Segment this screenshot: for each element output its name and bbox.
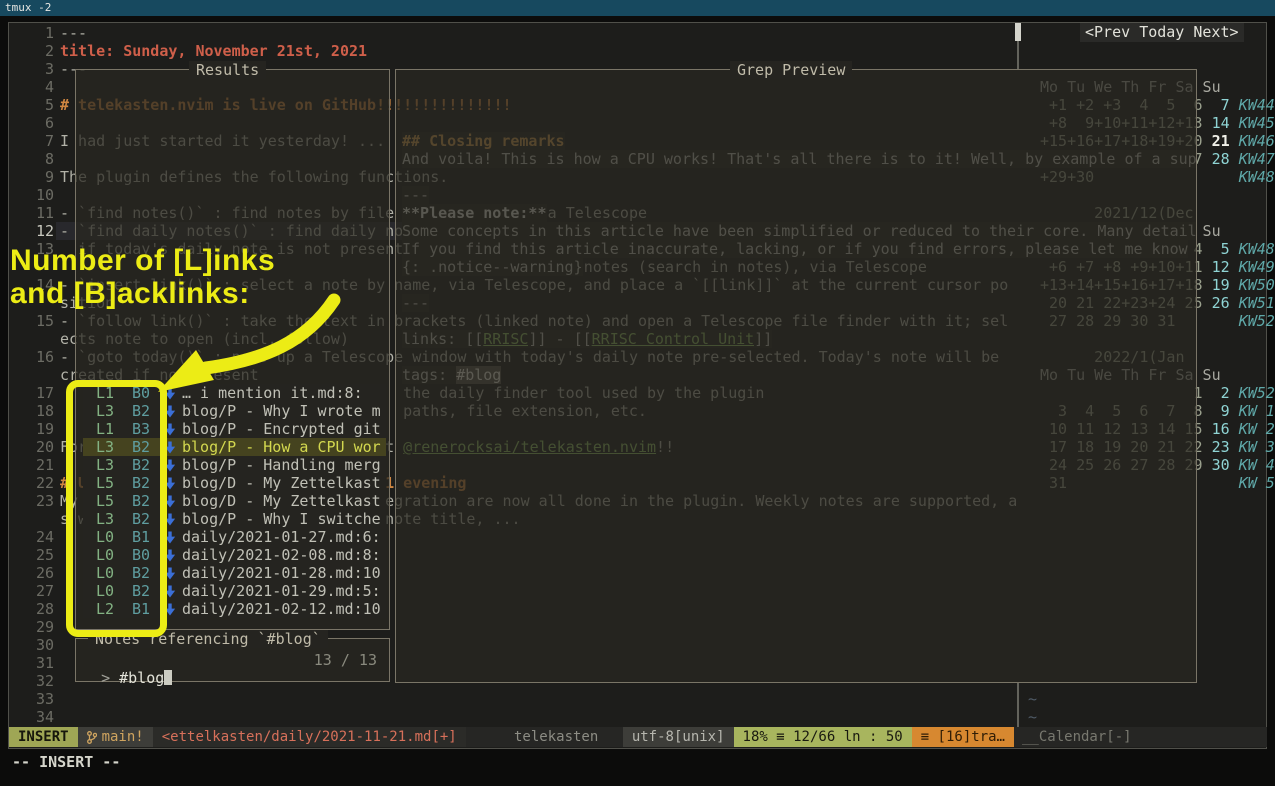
plugin-name: telekasten — [514, 727, 598, 747]
results-counter: 13 / 13 — [314, 651, 377, 669]
line-number: 32 — [22, 672, 54, 690]
line-number: 16 — [22, 348, 54, 366]
line-number: 31 — [22, 654, 54, 672]
result-label: daily/2021-01-29.md:5: — [182, 582, 381, 600]
annotation-line-1: Number of [L]inks — [10, 244, 275, 277]
line-number: 24 — [22, 528, 54, 546]
calendar-next-button[interactable]: Next> — [1193, 23, 1238, 41]
line-number: 28 — [22, 600, 54, 618]
git-branch-icon — [87, 731, 97, 744]
line-number: 26 — [22, 564, 54, 582]
result-label: blog/D - My Zettelkast — [182, 474, 381, 492]
line-number: 29 — [22, 618, 54, 636]
line-number: 18 — [22, 402, 54, 420]
line-number: 2 — [22, 42, 54, 60]
line-number: 8 — [22, 150, 54, 168]
tmux-title-text: tmux -2 — [5, 1, 51, 14]
window-separator — [1015, 23, 1021, 41]
line-number: 1 — [22, 24, 54, 42]
preview-window-title: Grep Preview — [730, 61, 852, 79]
line-number: 6 — [22, 114, 54, 132]
calendar-nav: <Prev Today Next> — [1080, 23, 1244, 42]
result-label: daily/2021-02-08.md:8: — [182, 546, 381, 564]
annotation-arrow — [130, 290, 360, 410]
calendar-row: ~ — [1028, 708, 1037, 726]
line-number: 17 — [22, 384, 54, 402]
buffer-info: ≡ [16]tra… — [912, 727, 1014, 747]
result-label: blog/P - How a CPU wor — [182, 438, 381, 456]
line-number: 25 — [22, 546, 54, 564]
calendar-row: ~ — [1028, 690, 1037, 708]
line-number: 33 — [22, 690, 54, 708]
buffer-row: title: Sunday, November 21st, 2021 — [60, 42, 367, 60]
line-number: 10 — [22, 186, 54, 204]
line-number: 3 — [22, 60, 54, 78]
text-cursor — [164, 670, 172, 685]
statusline: INSERT main! <ettelkasten/daily/2021-11-… — [9, 727, 1267, 747]
window-separator — [1017, 41, 1019, 69]
cursor-position: 18% ≡ 12/66 ln : 50 — [734, 727, 912, 747]
result-label: daily/2021-01-28.md:10 — [182, 564, 381, 582]
line-number: 21 — [22, 456, 54, 474]
line-number: 15 — [22, 312, 54, 330]
calendar-statusline: __Calendar[-] — [1022, 727, 1132, 747]
line-number: 12 — [22, 222, 54, 240]
line-number: 9 — [22, 168, 54, 186]
prompt-prefix: > — [101, 669, 119, 687]
line-number: 23 — [22, 492, 54, 510]
calendar-today-button[interactable]: Today — [1139, 23, 1184, 41]
grep-preview-window: Grep Preview — [395, 69, 1197, 683]
mode-indicator: INSERT — [9, 727, 78, 747]
calendar-prev-button[interactable]: <Prev — [1085, 23, 1130, 41]
result-label: daily/2021-02-12.md:10 — [182, 600, 381, 618]
result-label: blog/P - Encrypted git — [182, 420, 381, 438]
line-number: 22 — [22, 474, 54, 492]
line-number: 34 — [22, 708, 54, 726]
result-label: blog/P - Why I switche — [182, 510, 381, 528]
statusline-right-group: utf-8[unix] 18% ≡ 12/66 ln : 50 ≡ [16]tr… — [623, 727, 1014, 747]
tmux-titlebar: tmux -2 — [0, 0, 1275, 16]
window-separator — [1017, 683, 1019, 727]
line-number: 20 — [22, 438, 54, 456]
result-label: daily/2021-01-27.md:6: — [182, 528, 381, 546]
prompt-input[interactable]: #blog — [119, 669, 164, 687]
line-number: 5 — [22, 96, 54, 114]
buffer-row: --- — [60, 24, 87, 42]
annotation-highlight-box — [66, 380, 167, 637]
prompt-row: > #blog 13 / 13 — [83, 651, 383, 669]
line-number: 7 — [22, 132, 54, 150]
line-number: 27 — [22, 582, 54, 600]
git-branch-label: main! — [102, 727, 144, 747]
result-label: blog/P - Handling merg — [182, 456, 381, 474]
line-number: 11 — [22, 204, 54, 222]
line-number: 30 — [22, 636, 54, 654]
filename: <ettelkasten/daily/2021-11-21.md[+] — [153, 727, 466, 747]
line-number: 19 — [22, 420, 54, 438]
line-number: 4 — [22, 78, 54, 96]
file-encoding: utf-8[unix] — [623, 727, 734, 747]
git-branch: main! — [78, 727, 153, 747]
vim-mode-message: -- INSERT -- — [12, 753, 120, 771]
results-window-title: Results — [189, 61, 266, 79]
result-label: blog/D - My Zettelkast — [182, 492, 381, 510]
